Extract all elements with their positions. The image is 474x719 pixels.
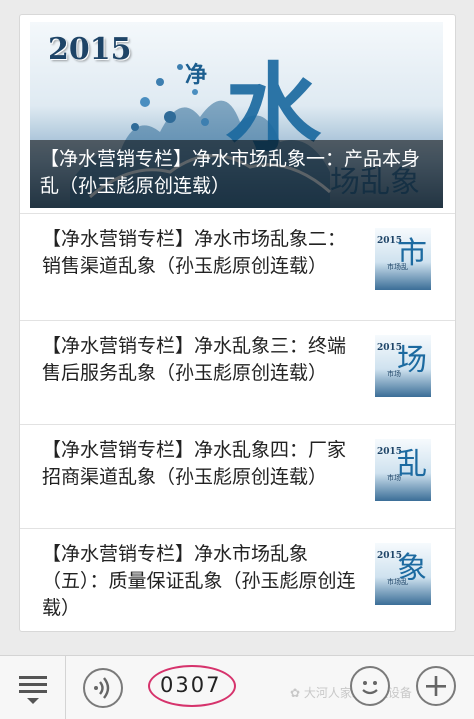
thumb-subtitle: 市场 — [387, 474, 401, 482]
list-item[interactable]: 【净水营销专栏】净水乱象三：终端售后服务乱象（孙玉彪原创连载） 2015 场 市… — [20, 320, 455, 424]
thumb-glyph: 场 — [397, 343, 427, 378]
thumb-glyph: 乱 — [397, 447, 427, 482]
article-title[interactable]: 【净水营销专栏】净水市场乱象（五）：质量保证乱象（孙玉彪原创连载） — [42, 541, 360, 622]
article-thumbnail[interactable]: 2015 乱 市场 — [375, 439, 431, 501]
article-thumbnail[interactable]: 2015 象 市场乱 — [375, 543, 431, 605]
article-title[interactable]: 【净水营销专栏】净水乱象四：厂家招商渠道乱象（孙玉彪原创连载） — [42, 437, 360, 491]
article-title[interactable]: 【净水营销专栏】净水乱象三：终端售后服务乱象（孙玉彪原创连载） — [42, 333, 360, 387]
menu-button[interactable] — [0, 656, 66, 719]
list-item[interactable]: 【净水营销专栏】净水市场乱象（五）：质量保证乱象（孙玉彪原创连载） 2015 象… — [20, 528, 455, 631]
article-list-card: 净 水 场乱象 2015 【净水营销专栏】净水市场乱象一：产品本身乱（孙玉彪原创… — [19, 14, 456, 632]
bottom-input-bar: 0307 ✿ 大河人家水处理设备 — [0, 655, 474, 719]
svg-text:净: 净 — [185, 62, 207, 88]
voice-icon — [94, 677, 110, 699]
wechat-icon: ✿ — [290, 686, 304, 700]
thumb-subtitle: 市场 — [387, 370, 401, 378]
plus-icon — [426, 676, 446, 696]
article-thumbnail[interactable]: 2015 场 市场 — [375, 335, 431, 397]
thumb-subtitle: 市场乱 — [387, 578, 408, 586]
thumb-subtitle: 市场乱 — [387, 263, 408, 271]
list-item[interactable]: 【净水营销专栏】净水乱象四：厂家招商渠道乱象（孙玉彪原创连载） 2015 乱 市… — [20, 424, 455, 528]
hero-article[interactable]: 净 水 场乱象 2015 【净水营销专栏】净水市场乱象一：产品本身乱（孙玉彪原创… — [30, 22, 443, 208]
hero-article-title[interactable]: 【净水营销专栏】净水市场乱象一：产品本身乱（孙玉彪原创连载） — [30, 140, 443, 208]
emoji-button[interactable] — [350, 666, 390, 706]
article-thumbnail[interactable]: 2015 市 市场乱 — [375, 228, 431, 290]
emoji-icon — [362, 681, 378, 695]
list-menu-icon — [19, 676, 47, 704]
input-value[interactable]: 0307 — [160, 673, 221, 697]
voice-button[interactable] — [83, 668, 123, 708]
article-title[interactable]: 【净水营销专栏】净水市场乱象二：销售渠道乱象（孙玉彪原创连载） — [42, 226, 360, 280]
hero-year: 2015 — [48, 32, 132, 67]
list-item[interactable]: 【净水营销专栏】净水市场乱象二：销售渠道乱象（孙玉彪原创连载） 2015 市 市… — [20, 213, 455, 320]
plus-button[interactable] — [416, 666, 456, 706]
